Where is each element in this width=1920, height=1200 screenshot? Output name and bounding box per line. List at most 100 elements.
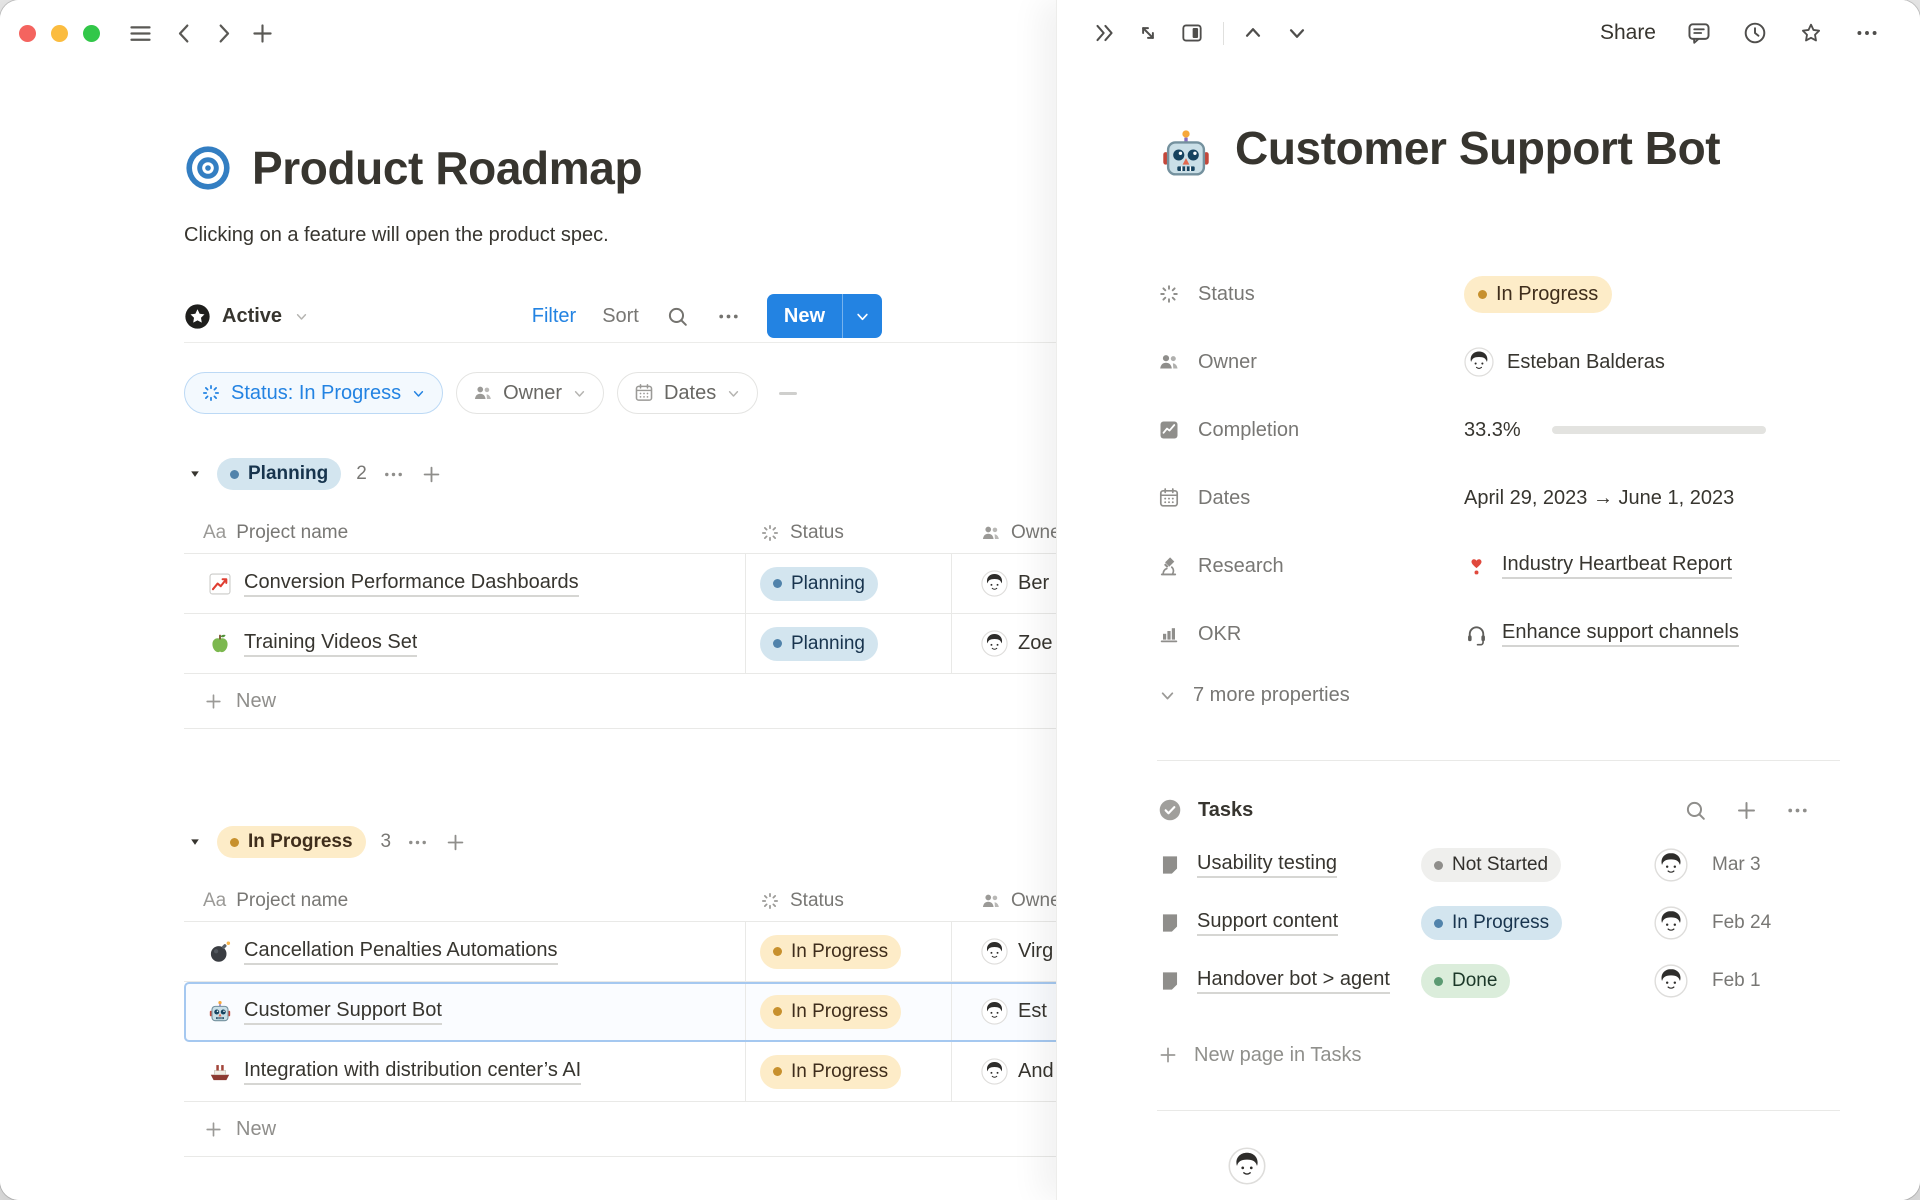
- more-options-icon[interactable]: [716, 304, 741, 329]
- tasks-title[interactable]: Tasks: [1198, 799, 1253, 822]
- filter-chip-owner[interactable]: Owner: [456, 372, 604, 414]
- new-row-button[interactable]: New: [184, 674, 1056, 729]
- group-pill[interactable]: Planning: [217, 458, 341, 490]
- chevron-down-icon: [1157, 685, 1178, 706]
- sort-button[interactable]: Sort: [602, 305, 639, 328]
- status-pill[interactable]: Done: [1421, 964, 1510, 998]
- add-task-icon[interactable]: [1734, 798, 1759, 823]
- new-row-button[interactable]: New: [184, 1102, 1056, 1157]
- group-pill[interactable]: In Progress: [217, 826, 366, 858]
- property-row-okr: OKR Enhance support channels: [1157, 612, 1840, 656]
- expand-page-icon[interactable]: [1135, 20, 1161, 46]
- maximize-window-button[interactable]: [83, 25, 100, 42]
- status-dot: [230, 470, 239, 479]
- view-tab-active[interactable]: Active: [184, 303, 310, 330]
- back-icon[interactable]: [171, 20, 198, 47]
- forward-icon[interactable]: [210, 20, 237, 47]
- group-more-icon[interactable]: [382, 463, 405, 486]
- close-peek-icon[interactable]: [1091, 20, 1117, 46]
- page-link[interactable]: Training Videos Set: [244, 631, 417, 657]
- group-more-icon[interactable]: [406, 831, 429, 854]
- property-label[interactable]: Status: [1157, 282, 1464, 306]
- robot-icon[interactable]: [1157, 126, 1215, 184]
- column-header-owner[interactable]: Owner: [951, 890, 1056, 912]
- property-label[interactable]: OKR: [1157, 622, 1464, 646]
- page-link[interactable]: Cancellation Penalties Automations: [244, 939, 558, 965]
- task-link[interactable]: Support content: [1197, 910, 1338, 936]
- status-pill[interactable]: In Progress: [1464, 276, 1612, 313]
- table-row[interactable]: Cancellation Penalties Automations In Pr…: [184, 922, 1056, 982]
- column-header-status[interactable]: Status: [745, 522, 951, 544]
- status-pill[interactable]: In Progress: [1421, 906, 1562, 940]
- new-button[interactable]: New: [767, 294, 882, 338]
- group-add-icon[interactable]: [444, 831, 467, 854]
- status-label: Done: [1452, 970, 1497, 992]
- status-dot: [230, 838, 239, 847]
- filter-button[interactable]: Filter: [532, 305, 576, 328]
- page-link[interactable]: Integration with distribution center’s A…: [244, 1059, 581, 1085]
- task-row[interactable]: Support content In Progress Feb 24: [1157, 899, 1840, 947]
- group-add-icon[interactable]: [420, 463, 443, 486]
- page-link[interactable]: Conversion Performance Dashboards: [244, 571, 579, 597]
- dates-value[interactable]: April 29, 2023 → June 1, 2023: [1464, 487, 1734, 510]
- minimize-window-button[interactable]: [51, 25, 68, 42]
- filter-chip-dates[interactable]: Dates: [617, 372, 758, 414]
- ship-icon: [207, 1059, 233, 1085]
- table-row[interactable]: Training Videos Set Planning Zoe: [184, 614, 1056, 674]
- property-label[interactable]: Research: [1157, 554, 1464, 578]
- collapse-triangle-icon[interactable]: [188, 467, 202, 481]
- task-row[interactable]: Handover bot > agent Done Feb 1: [1157, 957, 1840, 1005]
- property-label[interactable]: Dates: [1157, 486, 1464, 510]
- search-icon[interactable]: [1683, 798, 1708, 823]
- sidebar-menu-icon[interactable]: [127, 20, 154, 47]
- table-row-selected[interactable]: Customer Support Bot In Progress Est: [184, 982, 1056, 1042]
- task-link[interactable]: Handover bot > agent: [1197, 968, 1390, 994]
- relation-link[interactable]: Industry Heartbeat Report: [1502, 553, 1732, 579]
- chevron-down-icon: [725, 385, 742, 402]
- target-icon[interactable]: [184, 144, 232, 192]
- comments-icon[interactable]: [1686, 20, 1712, 46]
- favorite-star-icon[interactable]: [1798, 20, 1824, 46]
- column-header-status[interactable]: Status: [745, 890, 951, 912]
- search-icon[interactable]: [665, 304, 690, 329]
- table-row[interactable]: Conversion Performance Dashboards Planni…: [184, 554, 1056, 614]
- new-tab-icon[interactable]: [249, 20, 276, 47]
- column-header-name[interactable]: AaProject name: [184, 522, 745, 544]
- table-row[interactable]: Integration with distribution center’s A…: [184, 1042, 1056, 1102]
- status-pill[interactable]: In Progress: [760, 1055, 901, 1089]
- status-pill[interactable]: In Progress: [760, 995, 901, 1029]
- page-link[interactable]: Customer Support Bot: [244, 999, 442, 1025]
- more-options-icon[interactable]: [1785, 798, 1810, 823]
- status-pill[interactable]: Planning: [760, 627, 878, 661]
- column-header-name[interactable]: AaProject name: [184, 890, 745, 912]
- task-row[interactable]: Usability testing Not Started Mar 3: [1157, 841, 1840, 889]
- task-date: Mar 3: [1712, 854, 1804, 876]
- more-options-icon[interactable]: [1854, 20, 1880, 46]
- property-label[interactable]: Owner: [1157, 350, 1464, 374]
- side-peek-icon[interactable]: [1179, 20, 1205, 46]
- peek-page-title[interactable]: Customer Support Bot: [1235, 120, 1725, 176]
- new-button-dropdown[interactable]: [843, 294, 882, 338]
- history-clock-icon[interactable]: [1742, 20, 1768, 46]
- page-description[interactable]: Clicking on a feature will open the prod…: [184, 222, 1056, 248]
- property-label[interactable]: Completion: [1157, 418, 1464, 442]
- column-header-owner[interactable]: Owner: [951, 522, 1056, 544]
- collapse-triangle-icon[interactable]: [188, 835, 202, 849]
- new-page-in-tasks-button[interactable]: New page in Tasks: [1157, 1035, 1840, 1075]
- more-properties-button[interactable]: 7 more properties: [1157, 680, 1840, 710]
- chevron-down-icon[interactable]: [1284, 20, 1310, 46]
- chevron-up-icon[interactable]: [1240, 20, 1266, 46]
- status-pill[interactable]: Planning: [760, 567, 878, 601]
- property-row-status: Status In Progress: [1157, 272, 1840, 316]
- close-window-button[interactable]: [19, 25, 36, 42]
- owner-value[interactable]: Esteban Balderas: [1464, 347, 1665, 377]
- avatar: [981, 570, 1008, 597]
- task-link[interactable]: Usability testing: [1197, 852, 1337, 878]
- new-button-label[interactable]: New: [767, 294, 843, 338]
- status-pill[interactable]: In Progress: [760, 935, 901, 969]
- filter-chip-status[interactable]: Status: In Progress: [184, 372, 443, 414]
- page-title[interactable]: Product Roadmap: [252, 140, 642, 196]
- relation-link[interactable]: Enhance support channels: [1502, 621, 1739, 647]
- share-button[interactable]: Share: [1600, 21, 1656, 45]
- status-pill[interactable]: Not Started: [1421, 848, 1561, 882]
